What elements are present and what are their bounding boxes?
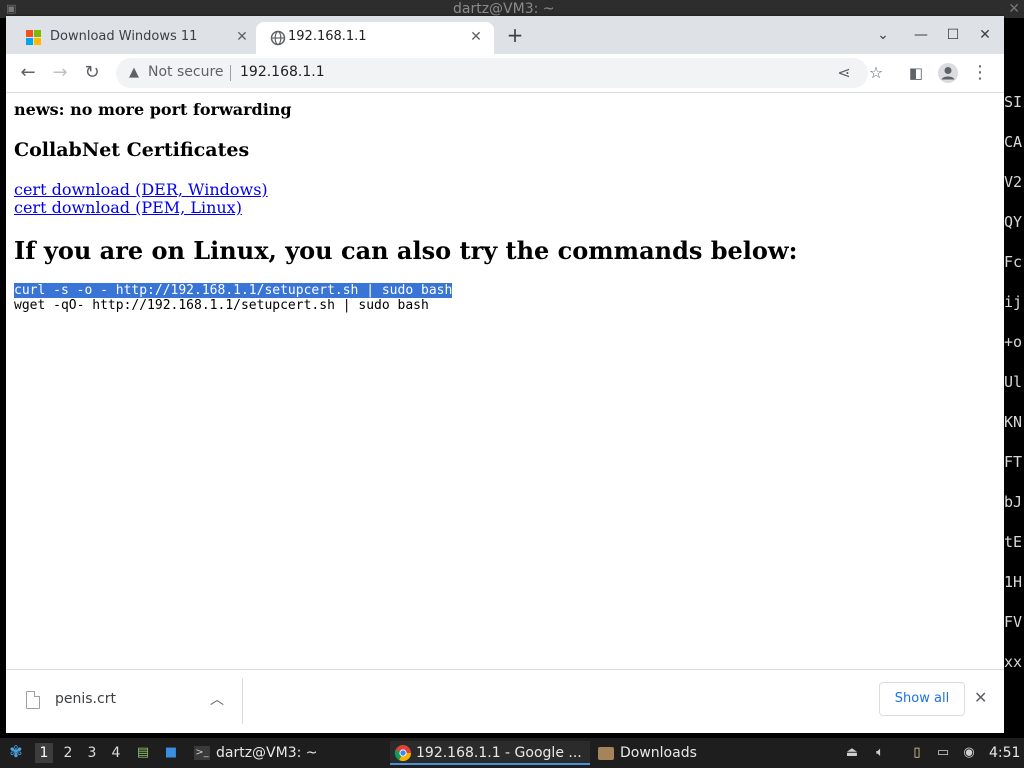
bookmark-star-icon[interactable]: ☆ xyxy=(864,61,888,85)
terminal-line: SI xyxy=(1004,93,1023,111)
volume-icon[interactable]: 🔈︎ xyxy=(871,744,889,762)
profile-avatar-icon[interactable] xyxy=(936,61,960,85)
windows-logo-icon xyxy=(26,30,42,46)
back-icon[interactable]: ← xyxy=(16,61,40,85)
reload-icon[interactable]: ↻ xyxy=(80,61,104,85)
tab-close-icon[interactable]: ✕ xyxy=(468,29,484,45)
cert-download-der-link[interactable]: cert download (DER, Windows) xyxy=(14,180,268,199)
page-content: news: no more port forwarding CollabNet … xyxy=(6,93,1004,669)
browser-toolbar: ← → ↻ ▲ Not secure 192.168.1.1 ⋖ ☆ ◧ ⋮ xyxy=(6,54,1004,93)
taskbar-item-label: Downloads xyxy=(620,745,697,761)
wget-command[interactable]: wget -qO- http://192.168.1.1/setupcert.s… xyxy=(14,298,429,313)
terminal-line: CA xyxy=(1004,133,1023,151)
chevron-up-icon[interactable]: ︿ xyxy=(210,689,224,709)
taskbar-item-label: 192.168.1.1 - Google ... xyxy=(416,745,582,761)
cert-download-pem-link[interactable]: cert download (PEM, Linux) xyxy=(14,198,242,217)
eject-icon[interactable]: ⏏ xyxy=(843,744,861,762)
close-icon[interactable]: ✕ xyxy=(1008,0,1020,18)
taskbar-chrome[interactable]: 192.168.1.1 - Google ... xyxy=(390,741,590,765)
taskbar-terminal[interactable]: >_ dartz@VM3: ~ xyxy=(194,741,318,765)
terminal-icon: ▣ xyxy=(6,2,17,15)
new-tab-button[interactable]: + xyxy=(504,24,526,46)
terminal-line: FV xyxy=(1004,613,1023,631)
side-panel-icon[interactable]: ◧ xyxy=(904,61,928,85)
show-all-button[interactable]: Show all xyxy=(879,682,965,716)
clock[interactable]: 4:51 xyxy=(989,741,1020,765)
terminal-line: KN xyxy=(1004,413,1023,431)
workspace-4[interactable]: 4 xyxy=(107,743,125,763)
terminal-line: Ul xyxy=(1004,373,1023,391)
browser-window: Download Windows 11 ✕ 192.168.1.1 ✕ + ⌄ … xyxy=(6,16,1004,733)
folder-icon xyxy=(598,746,614,760)
terminal-line: Fc xyxy=(1004,253,1023,271)
tab-strip: Download Windows 11 ✕ 192.168.1.1 ✕ + ⌄ … xyxy=(6,16,1004,54)
tab-label: 192.168.1.1 xyxy=(288,29,367,44)
terminal-line: FT xyxy=(1004,453,1023,471)
globe-icon xyxy=(270,30,286,46)
share-icon[interactable]: ⋖ xyxy=(832,61,856,85)
workspace-1[interactable]: 1 xyxy=(35,743,53,763)
tab-close-icon[interactable]: ✕ xyxy=(234,29,250,45)
terminal-line: bJ xyxy=(1004,493,1023,511)
download-file-name[interactable]: penis.crt xyxy=(55,691,116,707)
download-divider xyxy=(242,678,243,724)
certificates-heading: CollabNet Certificates xyxy=(14,139,250,161)
terminal-icon: >_ xyxy=(194,746,210,760)
terminal-output: SI CA V2 QY Fc ij +o Ul KN FT bJ tE 1H F… xyxy=(1004,92,1024,692)
chrome-icon xyxy=(394,745,412,762)
tab-download-windows[interactable]: Download Windows 11 ✕ xyxy=(12,22,256,54)
minimize-icon[interactable]: — xyxy=(910,24,932,46)
terminal-line: ij xyxy=(1004,293,1023,311)
terminal-line: V2 xyxy=(1004,173,1023,191)
maximize-icon[interactable]: ☐ xyxy=(942,24,964,46)
taskbar-item-label: dartz@VM3: ~ xyxy=(216,745,318,761)
terminal-line: tE xyxy=(1004,533,1023,551)
start-menu-icon[interactable]: ✾ xyxy=(6,743,26,763)
news-text: news: no more port forwarding xyxy=(14,100,292,119)
terminal-line: QY xyxy=(1004,213,1023,231)
notification-icon[interactable]: ◉ xyxy=(960,744,978,762)
clipboard-icon[interactable]: ▯ xyxy=(908,744,926,762)
address-divider xyxy=(230,65,231,81)
tab-label: Download Windows 11 xyxy=(50,29,198,44)
file-icon xyxy=(26,691,40,709)
taskbar-downloads[interactable]: Downloads xyxy=(598,741,697,765)
terminal-line: +o xyxy=(1004,333,1023,351)
security-status[interactable]: Not secure xyxy=(148,64,224,80)
file-manager-launcher-icon[interactable]: ▤ xyxy=(134,744,152,762)
terminal-line: 1H xyxy=(1004,573,1023,591)
menu-icon[interactable]: ⋮ xyxy=(968,61,992,85)
download-bar: penis.crt ︿ Show all ✕ xyxy=(6,669,1004,733)
tab-active-router[interactable]: 192.168.1.1 ✕ xyxy=(256,22,494,54)
workspace-3[interactable]: 3 xyxy=(83,743,101,763)
download-bar-close-icon[interactable]: ✕ xyxy=(974,688,987,707)
linux-heading: If you are on Linux, you can also try th… xyxy=(14,236,798,265)
curl-command[interactable]: curl -s -o - http://192.168.1.1/setupcer… xyxy=(14,283,453,298)
url-text[interactable]: 192.168.1.1 xyxy=(240,64,325,80)
address-bar[interactable]: ▲ Not secure 192.168.1.1 ⋖ ☆ xyxy=(116,58,883,88)
window-close-icon[interactable]: ✕ xyxy=(974,24,996,46)
forward-icon[interactable]: → xyxy=(48,61,72,85)
tab-search-icon[interactable]: ⌄ xyxy=(872,24,894,46)
warning-icon[interactable]: ▲ xyxy=(126,65,142,81)
terminal-line: xx xyxy=(1004,653,1023,671)
network-icon[interactable]: ▭ xyxy=(934,744,952,762)
workspace-2[interactable]: 2 xyxy=(59,743,77,763)
desktop-icon[interactable]: ■ xyxy=(162,744,180,762)
taskbar: ✾ 1 2 3 4 ▤ ■ >_ dartz@VM3: ~ 192.168.1.1… xyxy=(0,738,1024,768)
